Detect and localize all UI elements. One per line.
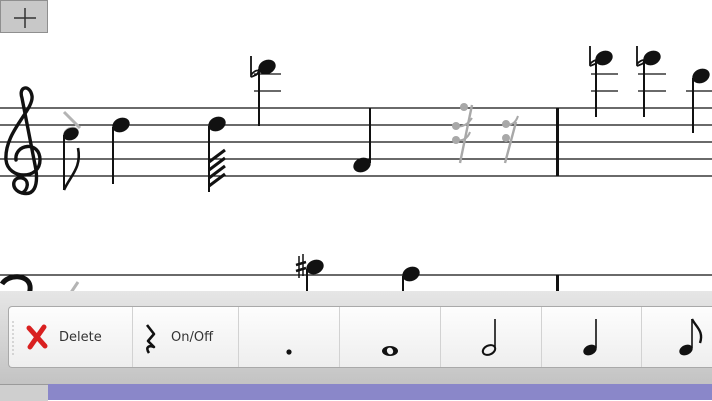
red-x-icon xyxy=(26,324,48,350)
quarter-note-button[interactable] xyxy=(542,307,642,367)
dot-icon xyxy=(286,349,292,355)
bass-staff xyxy=(0,274,712,293)
eighth-note[interactable] xyxy=(61,125,81,191)
flat-note[interactable] xyxy=(636,46,666,117)
half-note-button[interactable] xyxy=(441,307,542,367)
barline xyxy=(556,108,559,176)
delete-label: Delete xyxy=(59,330,102,345)
grip-icon xyxy=(12,321,14,355)
quarter-rest-icon xyxy=(145,324,156,354)
note-toolbar: Delete On/Off xyxy=(8,306,712,368)
add-button[interactable] xyxy=(0,0,48,33)
eighth-note-button[interactable] xyxy=(642,307,712,367)
toolbar-footer xyxy=(48,384,712,400)
flat-note[interactable] xyxy=(589,46,618,117)
whole-note-button[interactable] xyxy=(340,307,441,367)
rest-toggle-label: On/Off xyxy=(171,330,214,345)
plus-icon xyxy=(14,8,36,28)
half-note-icon xyxy=(481,319,497,356)
whole-note-icon xyxy=(382,346,398,356)
quarter-note-icon xyxy=(583,319,597,356)
sixty-fourth-note[interactable] xyxy=(206,114,228,192)
treble-clef-icon xyxy=(4,86,42,196)
eighth-note-icon xyxy=(679,318,703,356)
ghost-rest xyxy=(502,115,519,164)
quarter-note[interactable] xyxy=(110,115,132,184)
quarter-note[interactable] xyxy=(686,66,712,133)
ghost-rest xyxy=(452,103,474,164)
score-canvas[interactable] xyxy=(0,0,712,300)
toolbar-footer-tab xyxy=(0,384,48,401)
rest-toggle-button[interactable]: On/Off xyxy=(133,307,239,367)
delete-button[interactable]: Delete xyxy=(19,307,133,367)
dot-button[interactable] xyxy=(239,307,340,367)
flat-note[interactable] xyxy=(250,56,281,126)
